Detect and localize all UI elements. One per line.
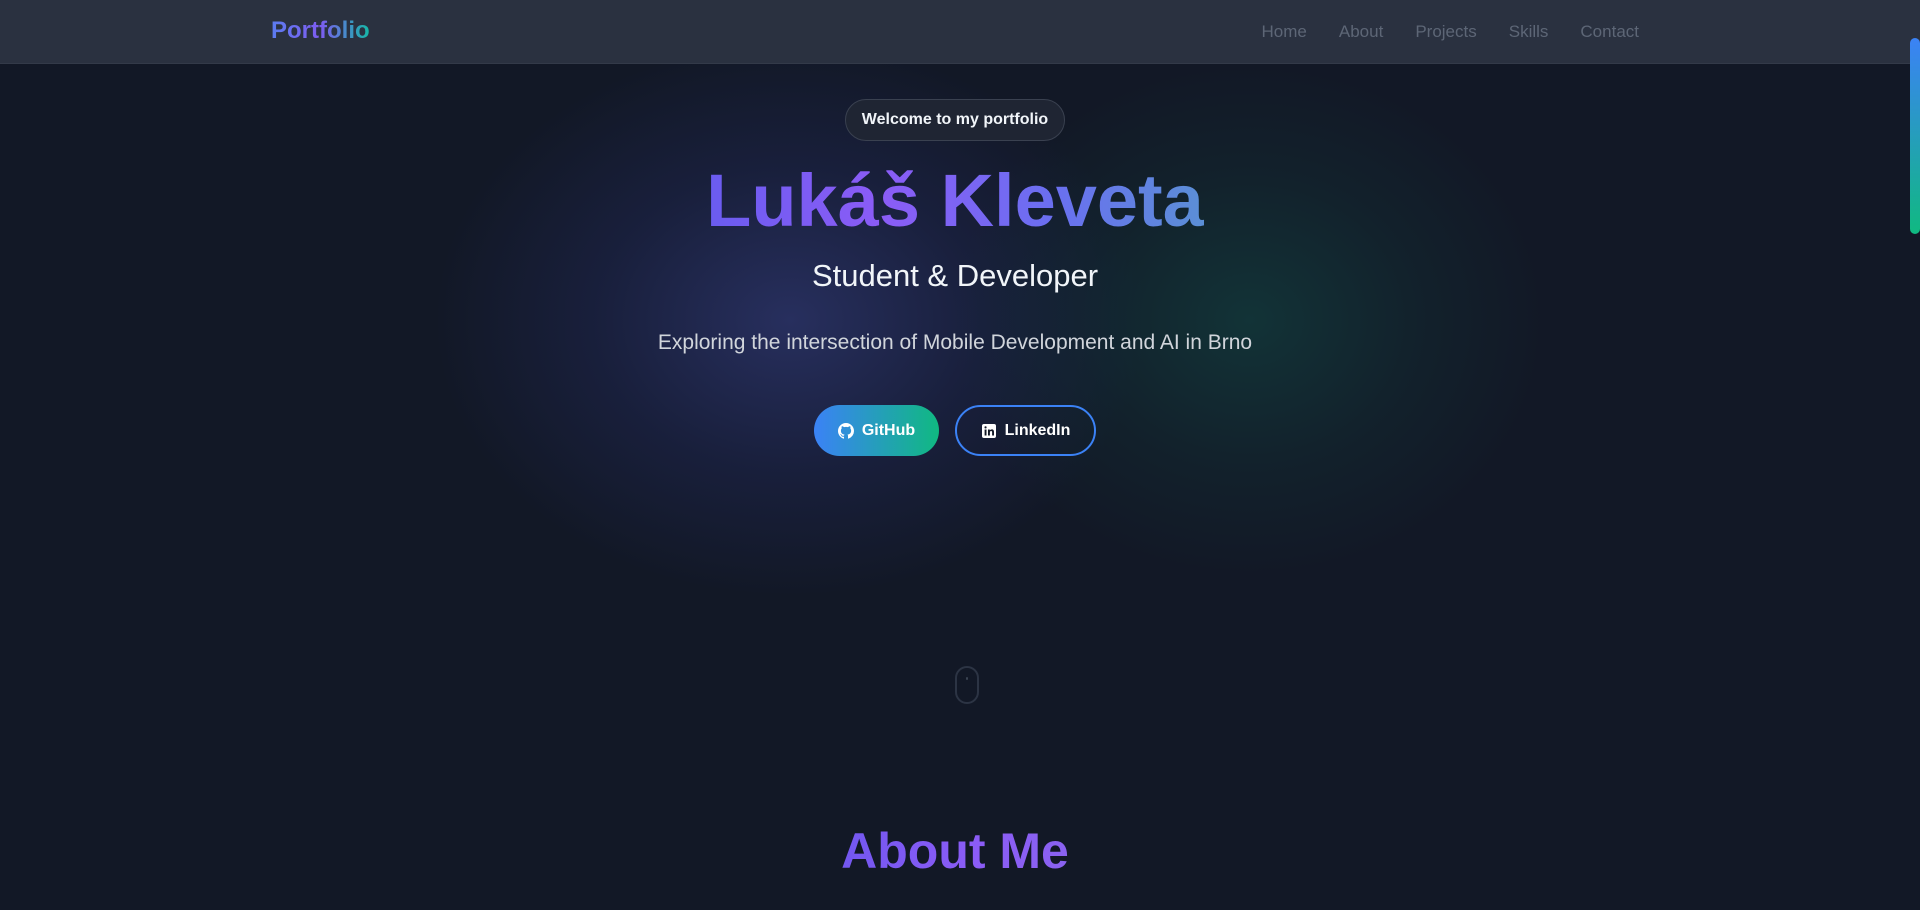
about-heading: About Me [0,822,1910,880]
navbar: Portfolio Home About Projects Skills Con… [0,0,1920,64]
scrollbar[interactable] [1910,0,1920,910]
hero-name-text: Lukáš Kleveta [706,159,1204,242]
scrollbar-thumb[interactable] [1910,38,1920,234]
linkedin-button-label: LinkedIn [1004,421,1071,439]
github-button-label: GitHub [861,421,916,439]
linkedin-button[interactable]: LinkedIn [955,405,1096,456]
github-icon [837,422,854,439]
nav-link-skills[interactable]: Skills [1509,22,1549,42]
mouse-scroll-icon[interactable] [955,666,979,704]
hero-tagline: Exploring the intersection of Mobile Dev… [657,331,1253,354]
welcome-badge: Welcome to my portfolio [845,99,1065,141]
nav-links: Home About Projects Skills Contact [1262,22,1639,42]
brand-logo[interactable]: Portfolio [271,17,370,45]
nav-link-about[interactable]: About [1339,22,1383,42]
page: Portfolio Home About Projects Skills Con… [0,0,1920,910]
nav-link-home[interactable]: Home [1262,22,1307,42]
hero-role: Student & Developer [811,258,1099,293]
github-button[interactable]: GitHub [814,405,939,456]
linkedin-icon [981,423,997,439]
about-heading-text: About Me [841,823,1069,879]
hero-name: Lukáš Kleveta [0,156,1910,246]
nav-link-projects[interactable]: Projects [1415,22,1476,42]
nav-link-contact[interactable]: Contact [1580,22,1639,42]
